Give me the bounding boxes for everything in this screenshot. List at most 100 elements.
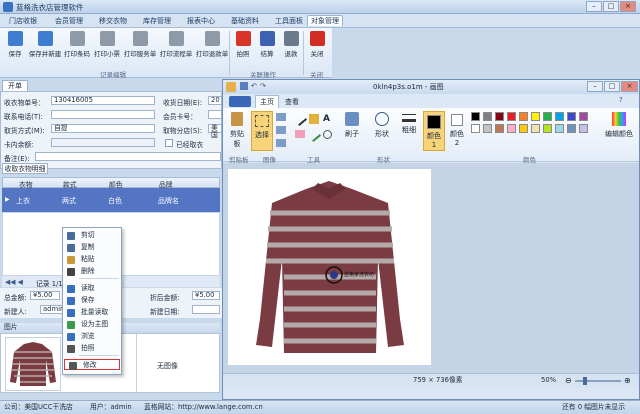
context-item-browse[interactable]: 浏览: [63, 331, 121, 342]
print-refund-button[interactable]: 打印退款单: [194, 31, 230, 66]
context-item-scissors[interactable]: 剪切: [63, 230, 121, 241]
color-swatch[interactable]: [543, 124, 552, 133]
select-button[interactable]: 选择: [251, 111, 273, 151]
color-picker-icon[interactable]: [306, 127, 322, 143]
resize-icon[interactable]: [276, 126, 286, 134]
color-swatch[interactable]: [483, 124, 492, 133]
store-select[interactable]: 美国: [208, 124, 222, 139]
zoom-in-icon[interactable]: ⊕: [624, 374, 631, 387]
thickness-button[interactable]: 粗细: [399, 112, 419, 150]
print-barcode-button[interactable]: 打印条码: [62, 31, 92, 66]
zoom-out-icon[interactable]: ⊖: [565, 374, 572, 387]
context-item-image[interactable]: 设为主图: [63, 319, 121, 330]
help-icon[interactable]: ?: [619, 96, 623, 104]
context-item-camera[interactable]: 拍照: [63, 343, 121, 354]
color-swatch[interactable]: [471, 112, 480, 121]
color-swatch[interactable]: [579, 124, 588, 133]
menu-base-data[interactable]: 基础资料: [228, 16, 262, 27]
cell-color[interactable]: 白色: [108, 196, 122, 206]
close-button[interactable]: 关闭: [304, 31, 330, 66]
rotate-icon[interactable]: [276, 139, 286, 147]
menu-member[interactable]: 会员管理: [52, 16, 86, 27]
color-swatch[interactable]: [543, 112, 552, 121]
shapes-button[interactable]: 形状: [369, 112, 395, 150]
color-swatch[interactable]: [555, 124, 564, 133]
paint-close-icon[interactable]: ×: [621, 81, 638, 92]
color-swatch[interactable]: [519, 124, 528, 133]
color-swatch[interactable]: [567, 112, 576, 121]
color-swatch[interactable]: [567, 124, 576, 133]
color1-button[interactable]: 颜色 1: [423, 111, 445, 151]
context-item-open[interactable]: 读取: [63, 283, 121, 294]
order-number-field[interactable]: 130416005: [51, 96, 155, 105]
menu-inventory[interactable]: 库存管理: [140, 16, 174, 27]
context-item-save[interactable]: 保存: [63, 295, 121, 306]
zoom-slider[interactable]: [575, 380, 621, 382]
tab-home[interactable]: 主页: [255, 95, 279, 108]
tab-view[interactable]: 查看: [285, 97, 299, 107]
color-swatch[interactable]: [471, 124, 480, 133]
cell-clothes[interactable]: 上衣: [16, 196, 30, 206]
thumbnail-frame[interactable]: [5, 337, 61, 391]
paint-redo-icon[interactable]: ↷: [260, 82, 266, 90]
phone-field[interactable]: [51, 110, 155, 119]
photo-button[interactable]: 拍照: [230, 31, 256, 66]
color-swatch[interactable]: [495, 112, 504, 121]
save-button[interactable]: 保存: [2, 31, 28, 66]
fill-icon[interactable]: [309, 114, 319, 124]
note-field[interactable]: [35, 152, 221, 161]
drawing-canvas[interactable]: 蓝格家洗衣坊: [228, 169, 431, 365]
eraser-icon[interactable]: [295, 130, 305, 138]
table-row[interactable]: ▶ 上衣 两式 白色 品牌名: [2, 188, 220, 212]
text-icon[interactable]: A: [323, 114, 330, 124]
color-swatch[interactable]: [519, 112, 528, 121]
date-field[interactable]: 20: [208, 96, 222, 105]
context-item-copy[interactable]: 复制: [63, 242, 121, 253]
color-swatch[interactable]: [531, 124, 540, 133]
pickup-select[interactable]: 自提: [51, 124, 155, 133]
print-flow-button[interactable]: 打印流程单: [158, 31, 194, 66]
color-swatch[interactable]: [507, 112, 516, 121]
paint-save-icon[interactable]: [240, 82, 248, 90]
menu-object-manage[interactable]: 对象管理: [307, 15, 343, 26]
color-swatch[interactable]: [531, 112, 540, 121]
paint-undo-icon[interactable]: ↶: [251, 82, 257, 90]
paint-file-menu[interactable]: [229, 96, 251, 107]
color2-button[interactable]: 颜色 2: [447, 112, 467, 150]
context-item-batch[interactable]: 批量读取: [63, 307, 121, 318]
menu-reports[interactable]: 报表中心: [184, 16, 218, 27]
menu-transfer[interactable]: 移交衣物: [96, 16, 130, 27]
cell-brand[interactable]: 品牌名: [158, 196, 179, 206]
color-swatch[interactable]: [507, 124, 516, 133]
close-icon[interactable]: ×: [620, 1, 636, 12]
refund-button[interactable]: 退款: [278, 31, 304, 66]
pencil-icon[interactable]: [292, 111, 308, 127]
brush-button[interactable]: 刷子: [341, 112, 363, 150]
tab-clothes-detail[interactable]: 收取衣物明细: [2, 163, 48, 174]
maximize-icon[interactable]: □: [603, 1, 619, 12]
context-item-edit[interactable]: 修改: [64, 359, 120, 370]
menu-cashier[interactable]: 门店收银: [6, 16, 40, 27]
crop-icon[interactable]: [276, 113, 286, 121]
paint-maximize-icon[interactable]: □: [604, 81, 620, 92]
menu-tools[interactable]: 工具面板: [272, 16, 306, 27]
save-new-button[interactable]: 保存并新建: [28, 31, 62, 66]
nav-first-icon[interactable]: ◀◀ ◀: [5, 278, 23, 286]
context-item-paste[interactable]: 粘贴: [63, 254, 121, 265]
magnifier-icon[interactable]: [323, 130, 332, 139]
paint-minimize-icon[interactable]: –: [587, 81, 603, 92]
color-swatch[interactable]: [495, 124, 504, 133]
print-service-button[interactable]: 打印服务单: [122, 31, 158, 66]
minimize-icon[interactable]: –: [586, 1, 602, 12]
member-field[interactable]: [208, 110, 222, 119]
color-swatch[interactable]: [483, 112, 492, 121]
print-receipt-button[interactable]: 打印小票: [92, 31, 122, 66]
settle-button[interactable]: 结算: [254, 31, 280, 66]
clipboard-button[interactable]: 剪贴板: [227, 112, 247, 150]
color-swatch[interactable]: [555, 112, 564, 121]
zoom-slider-thumb[interactable]: [583, 377, 587, 385]
cell-style[interactable]: 两式: [62, 196, 76, 206]
edit-colors-button[interactable]: 编辑颜色: [601, 112, 637, 150]
context-item-delete[interactable]: 删除: [63, 266, 121, 277]
color-swatch[interactable]: [579, 112, 588, 121]
